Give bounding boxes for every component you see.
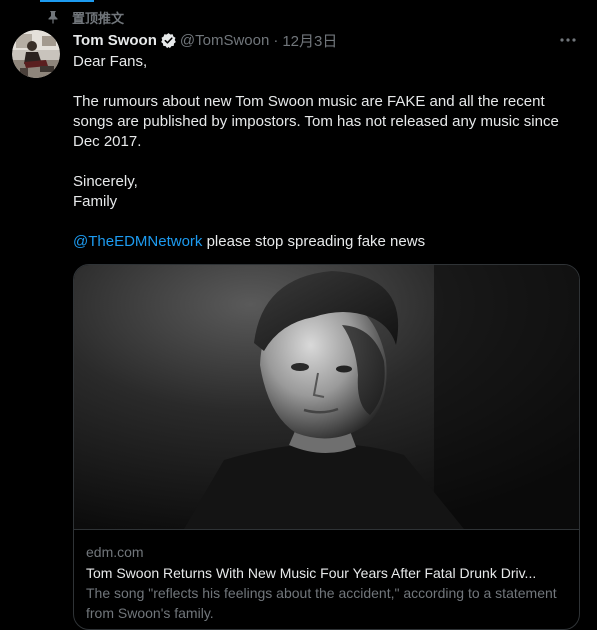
user-handle[interactable]: @TomSwoon [180, 32, 269, 49]
pinned-label: 置顶推文 [72, 10, 125, 26]
card-domain: edm.com [86, 544, 144, 560]
tweet-mention-line: @TheEDMNetwork please stop spreading fak… [73, 232, 583, 252]
mention-line-text: please stop spreading fake news [202, 233, 426, 250]
avatar-image [12, 30, 60, 78]
tweet-greeting: Dear Fans, [73, 53, 148, 70]
separator-dot: · [273, 31, 279, 49]
card-image[interactable] [74, 265, 579, 530]
tweet-body: Dear Fans, The rumours about new Tom Swo… [73, 52, 583, 252]
pin-icon [48, 11, 58, 24]
post-date[interactable]: 12月3日 [282, 30, 337, 51]
mention-link[interactable]: @TheEDMNetwork [73, 233, 202, 250]
card-photo [74, 265, 579, 529]
card-description: The song "reflects his feelings about th… [86, 585, 557, 621]
more-options-icon[interactable] [559, 32, 577, 48]
tweet-signature: Family [73, 193, 118, 210]
tweet-header: Tom Swoon @TomSwoon · 12月3日 [73, 30, 581, 50]
tweet-signoff: Sincerely, [73, 173, 138, 190]
card-title[interactable]: Tom Swoon Returns With New Music Four Ye… [86, 563, 571, 583]
pinned-indicator: 置顶推文 [46, 8, 124, 26]
link-preview-card[interactable]: edm.com Tom Swoon Returns With New Music… [73, 264, 580, 630]
top-accent-bar [40, 0, 94, 2]
verified-badge-icon [161, 32, 176, 48]
display-name[interactable]: Tom Swoon [73, 32, 157, 49]
card-body: edm.com Tom Swoon Returns With New Music… [86, 542, 571, 623]
avatar[interactable] [12, 30, 60, 78]
tweet-paragraph: The rumours about new Tom Swoon music ar… [73, 93, 559, 150]
